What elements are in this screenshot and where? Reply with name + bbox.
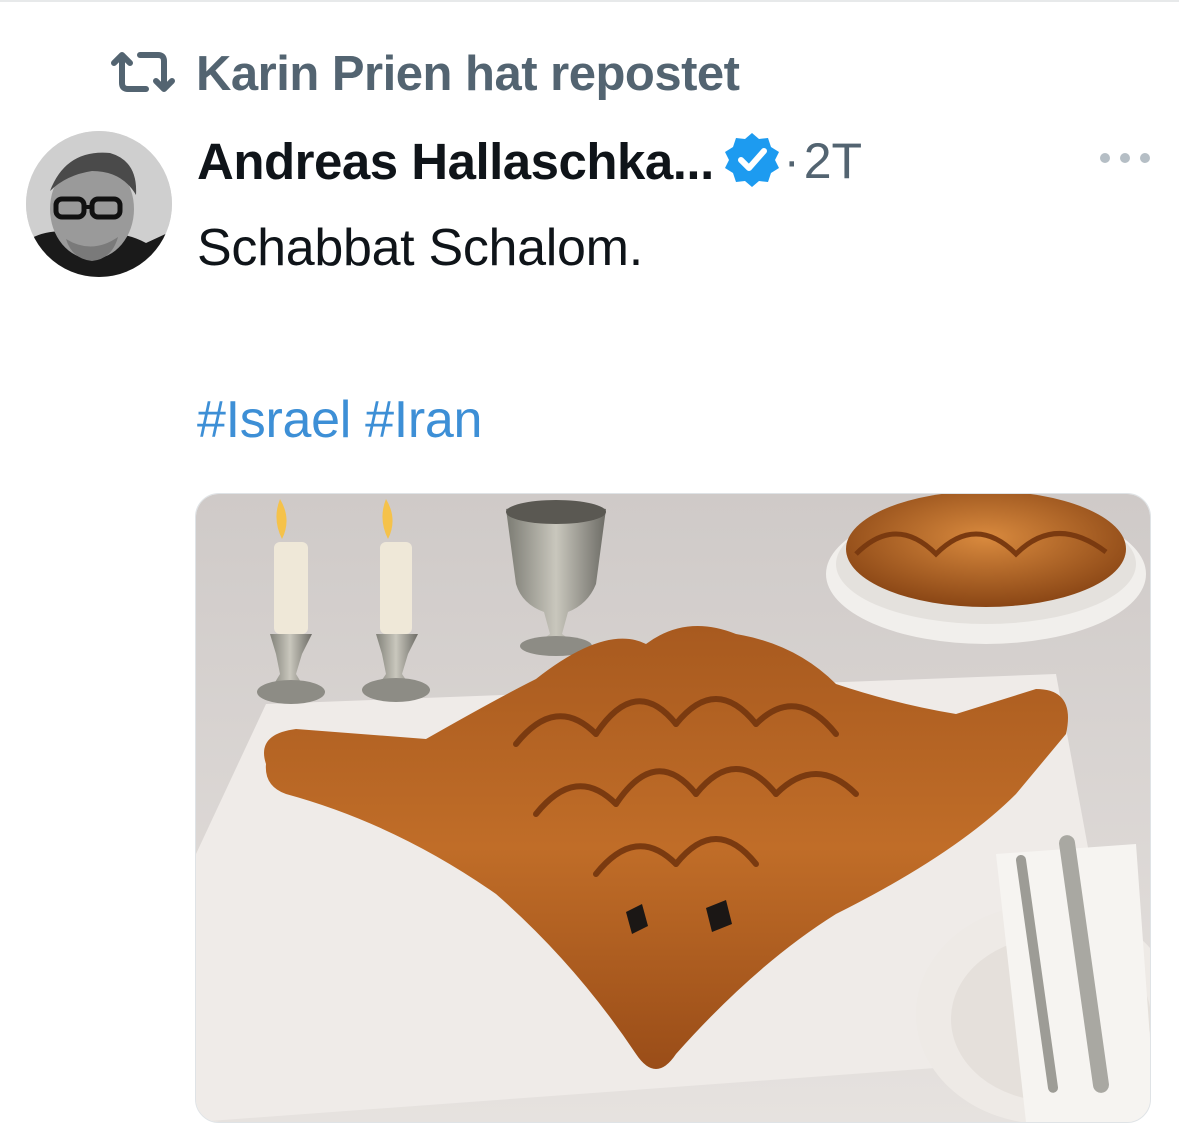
verified-badge-icon [714, 131, 780, 192]
repost-indicator[interactable]: Karin Prien hat repostet [108, 44, 740, 104]
tweet-media-image[interactable] [195, 493, 1151, 1123]
repost-label: Karin Prien hat repostet [196, 47, 740, 101]
hashtag-link[interactable]: #Iran [365, 391, 482, 449]
author-name[interactable]: Andreas Hallaschka... [197, 132, 714, 191]
tweet-text: Schabbat Schalom. [197, 219, 643, 277]
repost-icon [108, 49, 196, 100]
hashtag-link[interactable]: #Israel [197, 391, 351, 449]
tweet-header: Andreas Hallaschka... · 2T [197, 128, 862, 194]
more-options-icon[interactable] [1100, 138, 1150, 178]
avatar[interactable] [26, 131, 172, 277]
header-separator: · [783, 134, 800, 188]
top-divider [0, 0, 1179, 2]
hashtag-line: #Israel #Iran [197, 390, 482, 450]
post-time[interactable]: 2T [804, 132, 862, 190]
